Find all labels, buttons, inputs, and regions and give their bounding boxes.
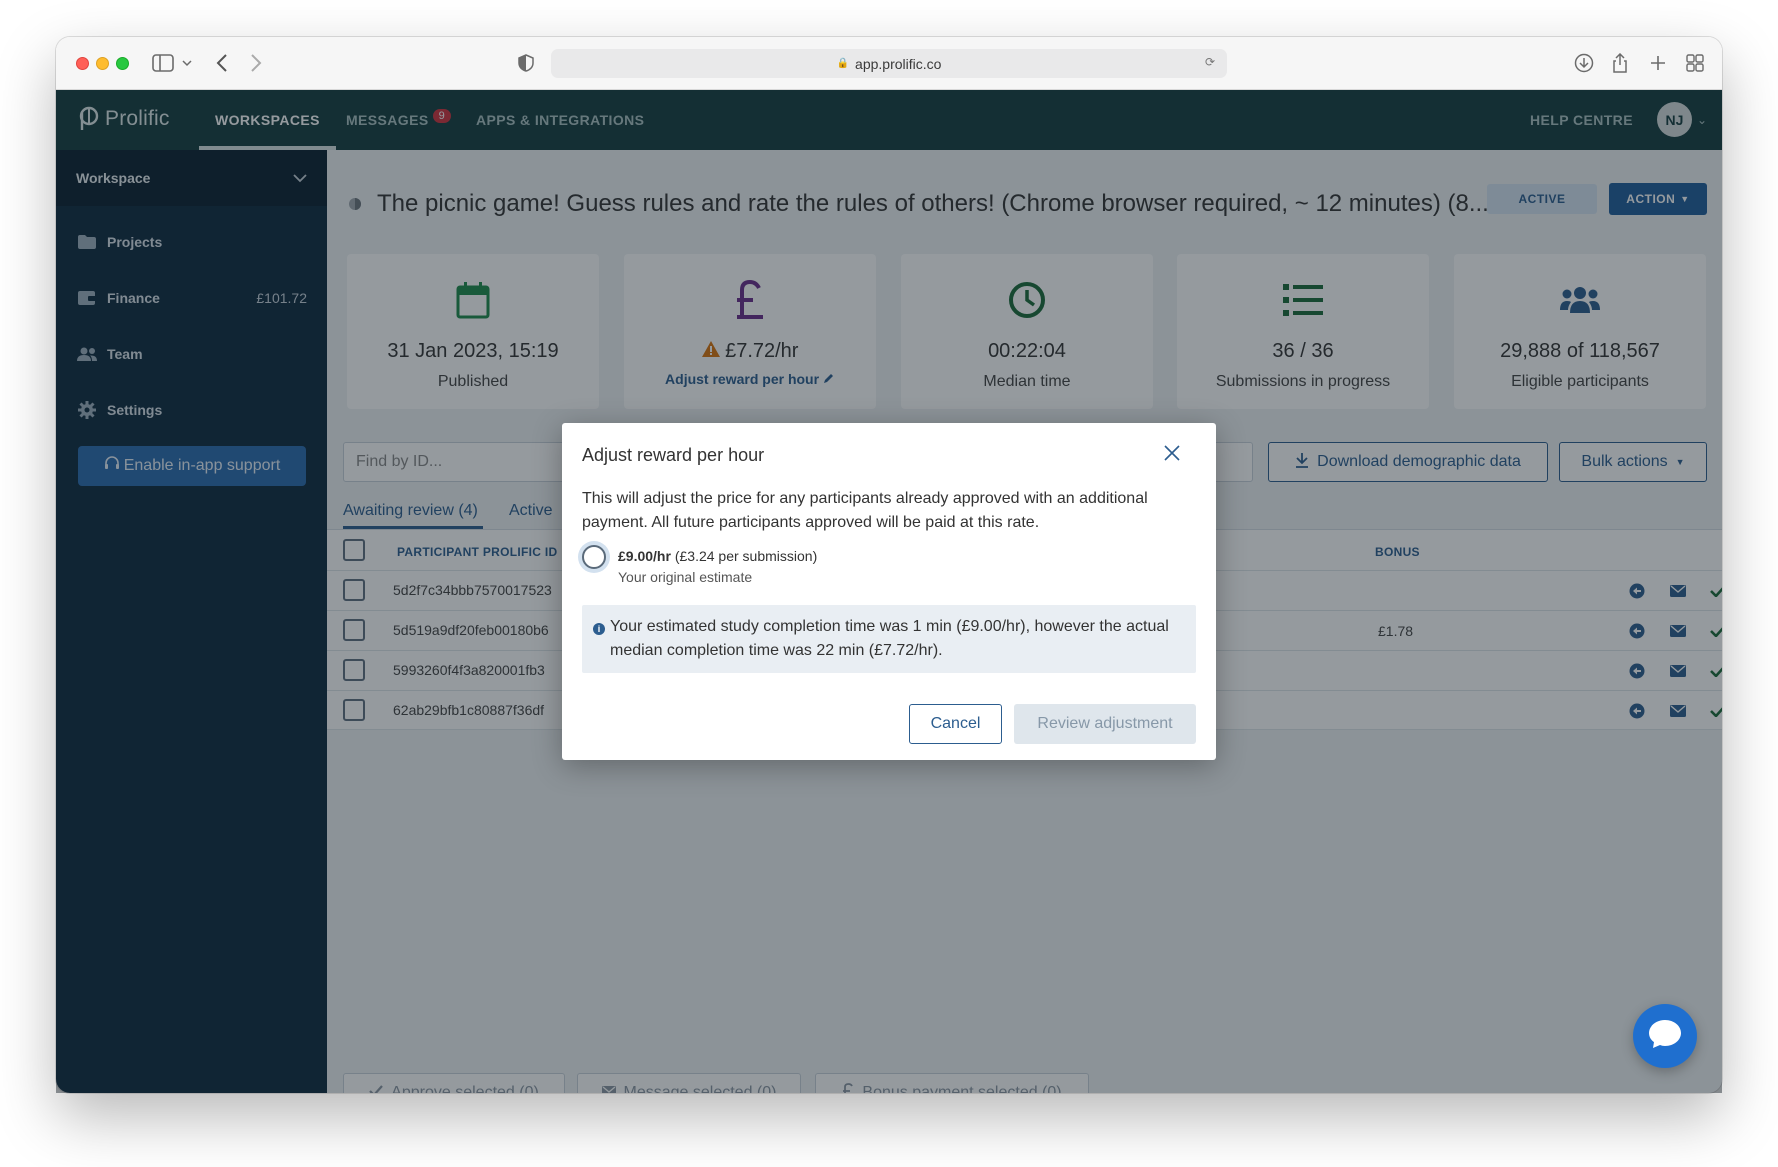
info-icon: i (593, 623, 605, 635)
minimize-window-button[interactable] (96, 57, 109, 70)
original-estimate-radio[interactable] (582, 545, 606, 569)
lock-icon: 🔒 (836, 58, 850, 69)
chat-icon (1648, 1019, 1682, 1054)
forward-icon[interactable] (250, 51, 262, 75)
reload-icon[interactable]: ⟳ (1205, 55, 1215, 69)
chat-support-button[interactable] (1633, 1004, 1697, 1068)
privacy-shield-icon[interactable] (518, 51, 534, 75)
tab-overview-icon[interactable] (1686, 51, 1704, 75)
info-callout: i Your estimated study completion time w… (582, 605, 1196, 673)
close-window-button[interactable] (76, 57, 89, 70)
share-icon[interactable] (1612, 51, 1628, 75)
chevron-down-icon[interactable] (182, 51, 192, 75)
option-label[interactable]: £9.00/hr (£3.24 per submission) (618, 548, 817, 564)
url-text: app.prolific.co (855, 55, 942, 72)
zoom-window-button[interactable] (116, 57, 129, 70)
adjust-reward-modal: Adjust reward per hour This will adjust … (562, 423, 1216, 760)
modal-title: Adjust reward per hour (582, 445, 765, 465)
cancel-button[interactable]: Cancel (909, 704, 1002, 744)
address-bar[interactable]: 🔒 app.prolific.co ⟳ (551, 49, 1227, 78)
close-icon[interactable] (1160, 441, 1184, 465)
info-text: Your estimated study completion time was… (610, 618, 1169, 659)
modal-description: This will adjust the price for any parti… (582, 490, 1148, 531)
new-tab-icon[interactable] (1650, 51, 1666, 75)
back-icon[interactable] (216, 51, 228, 75)
review-adjustment-button[interactable]: Review adjustment (1014, 704, 1196, 744)
browser-toolbar: 🔒 app.prolific.co ⟳ (56, 37, 1722, 90)
download-icon[interactable] (1574, 51, 1594, 75)
option-rate: £9.00/hr (618, 548, 671, 564)
option-sublabel: Your original estimate (618, 569, 753, 585)
sidebar-toggle-icon[interactable] (152, 51, 174, 75)
option-detail: (£3.24 per submission) (674, 548, 818, 564)
